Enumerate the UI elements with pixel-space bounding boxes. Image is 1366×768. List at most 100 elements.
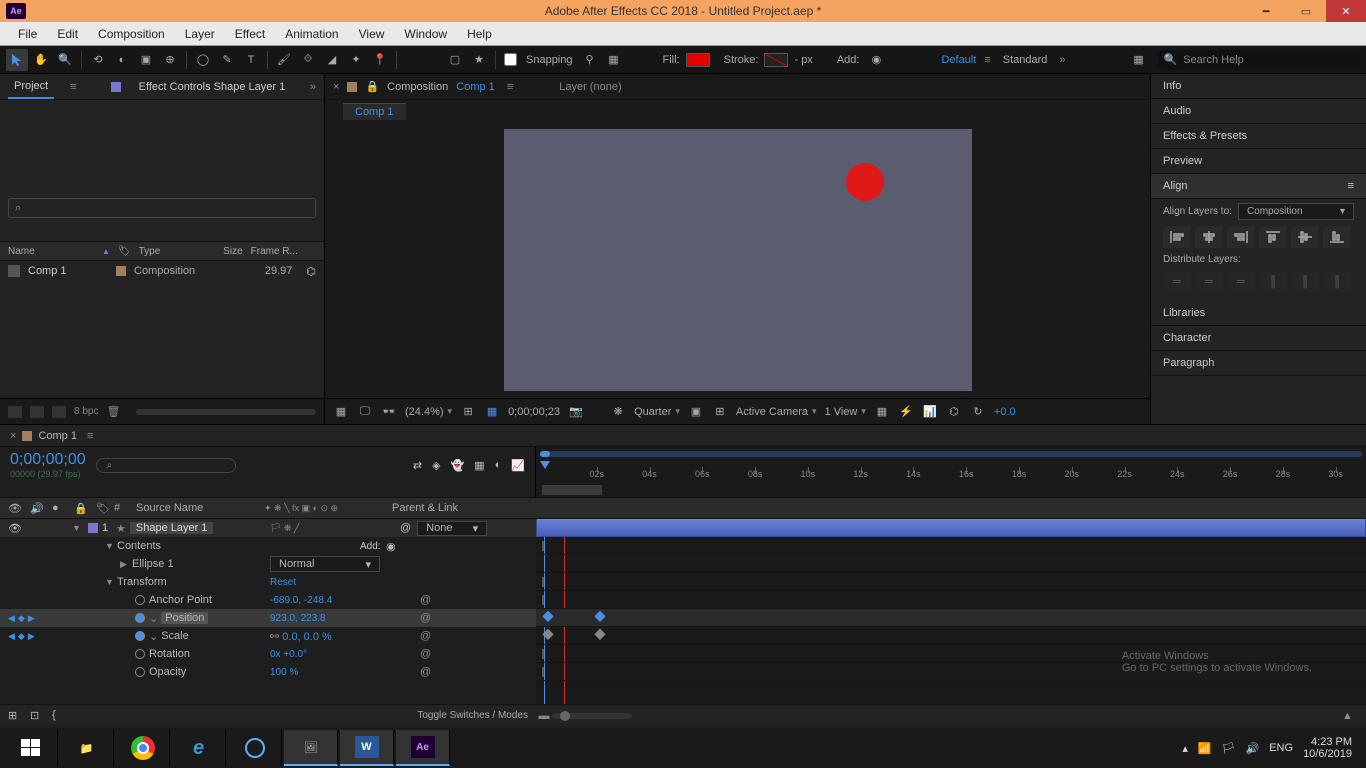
toggle-switches-button[interactable]: Toggle Switches / Modes — [417, 710, 528, 721]
flowchart-icon[interactable]: ⌬ — [946, 405, 962, 419]
source-name-column[interactable]: Source Name — [136, 502, 256, 514]
distribute-right-button[interactable]: ║ — [1323, 271, 1351, 293]
view-dropdown[interactable]: 1 View — [825, 406, 866, 418]
toggle-switches-icon[interactable]: ⊞ — [8, 709, 24, 723]
project-tab[interactable]: Project — [8, 75, 54, 99]
col-framerate[interactable]: Frame R... — [251, 246, 298, 257]
taskbar-date[interactable]: 10/6/2019 — [1303, 748, 1352, 760]
camera-tool[interactable]: ▣ — [135, 49, 157, 71]
timeline-search-input[interactable]: ⌕ — [96, 458, 236, 473]
quality-dropdown[interactable]: Quarter — [634, 406, 680, 418]
shape-ellipse[interactable] — [846, 163, 884, 201]
align-menu-icon[interactable]: ≡ — [1348, 180, 1354, 192]
search-help-input[interactable]: 🔍 Search Help — [1158, 50, 1360, 70]
transform-reset-link[interactable]: Reset — [270, 577, 296, 588]
trash-icon[interactable]: 🗑 — [106, 405, 120, 418]
menu-file[interactable]: File — [8, 24, 47, 44]
align-left-button[interactable] — [1163, 226, 1191, 248]
orbit-tool[interactable]: ⟲ — [87, 49, 109, 71]
close-button[interactable]: ✕ — [1326, 0, 1366, 22]
tl-menu-icon[interactable]: ≡ — [87, 430, 93, 442]
region-icon[interactable]: ▣ — [688, 405, 704, 419]
word-icon[interactable]: W — [340, 730, 394, 766]
stopwatch-icon[interactable] — [135, 595, 145, 605]
next-keyframe-icon[interactable]: ▶ — [28, 631, 35, 642]
current-time[interactable]: 0;00;00;00 — [10, 451, 86, 469]
menu-window[interactable]: Window — [394, 24, 457, 44]
panel-menu-icon[interactable]: ≡ — [70, 81, 76, 93]
parent-column[interactable]: Parent & Link — [392, 502, 458, 514]
distribute-bottom-button[interactable]: ═ — [1227, 271, 1255, 293]
stopwatch-icon[interactable] — [135, 667, 145, 677]
col-size[interactable]: Size — [207, 246, 243, 257]
menu-composition[interactable]: Composition — [88, 24, 175, 44]
info-panel[interactable]: Info — [1151, 74, 1366, 99]
ie-icon[interactable]: e — [172, 730, 226, 766]
add-shape-button[interactable]: ◉ — [865, 49, 887, 71]
col-type[interactable]: Type — [139, 246, 199, 257]
fill-swatch[interactable] — [686, 53, 710, 67]
comp-menu-icon[interactable]: ≡ — [507, 81, 513, 93]
contents-add-button[interactable]: ◉ — [386, 540, 396, 553]
paragraph-panel[interactable]: Paragraph — [1151, 351, 1366, 376]
cortana-icon[interactable] — [228, 730, 282, 766]
minimize-button[interactable]: ━ — [1246, 0, 1286, 22]
layer-name[interactable]: Shape Layer 1 — [130, 522, 214, 534]
position-row[interactable]: ◀◆▶ ⌄ Position 923.0, 223.8 @ — [0, 609, 536, 627]
project-item-comp1[interactable]: Comp 1 Composition 29.97 ⌬ — [0, 261, 324, 281]
pen-tool[interactable]: ✎ — [216, 49, 238, 71]
anchor-value[interactable]: -689.0, -248.4 — [270, 595, 332, 606]
text-tool[interactable]: T — [240, 49, 262, 71]
position-value[interactable]: 923.0, 223.8 — [270, 613, 326, 624]
sort-icon[interactable]: ▲ — [102, 247, 110, 256]
expression-pickwhip-icon[interactable]: @ — [420, 612, 431, 624]
blend-mode-dropdown[interactable]: Normal▾ — [270, 556, 380, 572]
eye-column-icon[interactable]: 👁 — [8, 502, 22, 515]
camera-dropdown[interactable]: Active Camera — [736, 406, 817, 418]
anchor-point-row[interactable]: Anchor Point -689.0, -248.4 @ — [0, 591, 536, 609]
expression-pickwhip-icon[interactable]: @ — [420, 666, 431, 678]
hand-tool[interactable]: ✋ — [30, 49, 52, 71]
align-vcenter-button[interactable] — [1291, 226, 1319, 248]
graph-editor-icon[interactable]: 📈 — [511, 459, 525, 472]
transparency-icon[interactable]: ▦ — [484, 405, 500, 419]
keyframe[interactable] — [594, 610, 605, 621]
opacity-row[interactable]: Opacity 100 % @ — [0, 663, 536, 681]
distribute-hcenter-button[interactable]: ║ — [1291, 271, 1319, 293]
timeline-tracks[interactable] — [536, 519, 1366, 704]
motion-blur-icon[interactable]: ◐ — [495, 459, 502, 471]
mask-mode-icon[interactable]: ▢ — [444, 49, 466, 71]
lock-column-icon[interactable]: 🔒 — [74, 502, 88, 515]
exposure-value[interactable]: +0.0 — [994, 406, 1016, 418]
tag-icon[interactable]: 🏷 — [118, 246, 131, 257]
align-bottom-button[interactable] — [1323, 226, 1351, 248]
layer-row-1[interactable]: 👁 ▼ 1 ★ Shape Layer 1 🏳 ❋ ╱ @ None▾ — [0, 519, 536, 537]
tl-close-tab-icon[interactable]: × — [10, 430, 16, 442]
rotate-tool[interactable]: ◐ — [111, 49, 133, 71]
toggle-pixel-icon[interactable]: ▦ — [874, 405, 890, 419]
menu-view[interactable]: View — [349, 24, 395, 44]
brush-tool[interactable]: 🖌 — [273, 49, 295, 71]
layer-none-tab[interactable]: Layer (none) — [559, 81, 621, 93]
flag-icon[interactable]: 🏳 — [1222, 742, 1236, 755]
overflow-icon[interactable]: » — [310, 81, 316, 93]
label-column-icon[interactable]: 🏷 — [96, 502, 106, 515]
preview-panel[interactable]: Preview — [1151, 149, 1366, 174]
ae-taskbar-icon[interactable]: Ae — [396, 730, 450, 766]
taskbar-time[interactable]: 4:23 PM — [1303, 736, 1352, 748]
network-icon[interactable]: 📶 — [1198, 742, 1212, 755]
draft-3d-icon[interactable]: ◈ — [432, 459, 440, 472]
align-hcenter-button[interactable] — [1195, 226, 1223, 248]
new-comp-icon[interactable] — [52, 406, 66, 418]
parent-dropdown[interactable]: None▾ — [417, 521, 487, 536]
add-keyframe-icon[interactable]: ◆ — [18, 613, 25, 624]
comp-mini-flowchart-icon[interactable]: ⇄ — [413, 459, 422, 472]
scale-stopwatch-icon[interactable] — [135, 631, 145, 641]
zoom-in-icon[interactable]: ▲ — [1342, 710, 1358, 722]
col-name[interactable]: Name — [8, 246, 94, 257]
toggle-modes-icon[interactable]: ⊡ — [30, 709, 46, 723]
chrome-icon[interactable] — [116, 730, 170, 766]
file-explorer-icon[interactable]: 📁 — [60, 730, 114, 766]
character-panel[interactable]: Character — [1151, 326, 1366, 351]
channel-icon[interactable]: ❋ — [610, 405, 626, 419]
